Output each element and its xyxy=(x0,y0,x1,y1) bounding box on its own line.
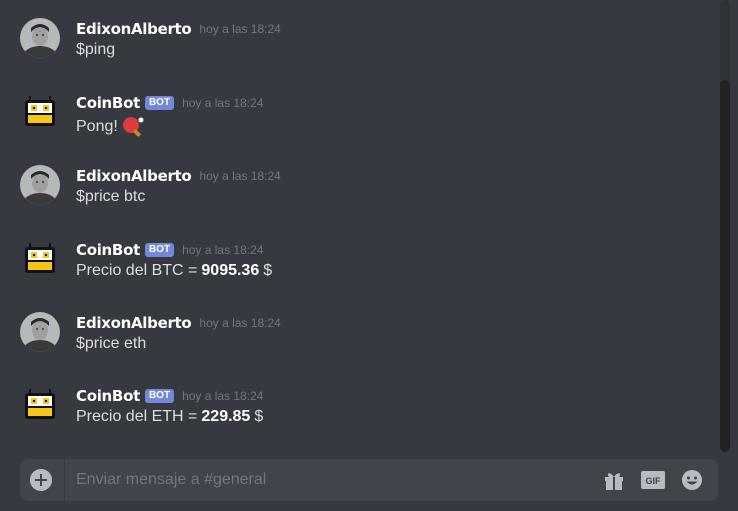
bot-badge: BOT xyxy=(144,96,175,110)
message-composer: GIF xyxy=(20,459,718,501)
message-item: CoinBot BOT hoy a las 18:24 Precio del B… xyxy=(20,239,710,285)
message-content: Precio del BTC = 9095.36 $ xyxy=(76,262,272,280)
gif-icon[interactable]: GIF xyxy=(641,469,665,491)
robot-avatar[interactable] xyxy=(20,385,60,425)
currency-symbol: $ xyxy=(263,262,273,279)
user-photo-avatar[interactable] xyxy=(20,165,60,205)
timestamp: hoy a las 18:24 xyxy=(199,169,281,183)
username[interactable]: EdixonAlberto xyxy=(76,314,192,332)
message-header: CoinBot BOT hoy a las 18:24 xyxy=(76,385,263,407)
scrollbar-thumb[interactable] xyxy=(720,80,730,452)
username[interactable]: CoinBot xyxy=(76,94,140,112)
username[interactable]: EdixonAlberto xyxy=(76,167,192,185)
message-text: Pong! xyxy=(76,118,118,135)
currency-symbol: $ xyxy=(254,408,264,425)
message-text: $ping xyxy=(76,41,116,58)
message-text: Precio del BTC = xyxy=(76,262,198,279)
message-content: $price btc xyxy=(76,188,145,206)
gif-label: GIF xyxy=(646,476,662,486)
message-item: CoinBot BOT hoy a las 18:24 Precio del E… xyxy=(20,385,710,431)
message-content: $ping xyxy=(76,41,115,59)
message-item: CoinBot BOT hoy a las 18:24 Pong! xyxy=(20,92,710,138)
username[interactable]: EdixonAlberto xyxy=(76,20,192,38)
gift-icon[interactable] xyxy=(602,469,626,491)
message-text: $price eth xyxy=(76,335,147,352)
timestamp: hoy a las 18:24 xyxy=(199,316,281,330)
timestamp: hoy a las 18:24 xyxy=(182,96,264,110)
timestamp: hoy a las 18:24 xyxy=(182,243,264,257)
price-value: 9095.36 xyxy=(201,262,260,279)
message-header: EdixonAlberto hoy a las 18:24 xyxy=(76,312,281,334)
composer-divider xyxy=(64,459,65,501)
message-content: Pong! xyxy=(76,115,145,139)
message-item: EdixonAlberto hoy a las 18:24 $ping xyxy=(20,18,710,64)
username[interactable]: CoinBot xyxy=(76,241,140,259)
robot-avatar[interactable] xyxy=(20,239,60,279)
message-item: EdixonAlberto hoy a las 18:24 $price btc xyxy=(20,165,710,211)
message-header: EdixonAlberto hoy a las 18:24 xyxy=(76,165,281,187)
message-text: Precio del ETH = xyxy=(76,408,198,425)
message-header: CoinBot BOT hoy a las 18:24 xyxy=(76,92,263,114)
bot-badge: BOT xyxy=(144,243,175,257)
message-item: EdixonAlberto hoy a las 18:24 $price eth xyxy=(20,312,710,358)
username[interactable]: CoinBot xyxy=(76,387,140,405)
timestamp: hoy a las 18:24 xyxy=(199,22,281,36)
message-header: CoinBot BOT hoy a las 18:24 xyxy=(76,239,263,261)
ping-pong-icon xyxy=(121,115,145,139)
timestamp: hoy a las 18:24 xyxy=(182,389,264,403)
user-photo-avatar[interactable] xyxy=(20,18,60,58)
message-header: EdixonAlberto hoy a las 18:24 xyxy=(76,18,281,40)
message-text: $price btc xyxy=(76,188,146,205)
message-content: $price eth xyxy=(76,335,146,353)
user-photo-avatar[interactable] xyxy=(20,312,60,352)
price-value: 229.85 xyxy=(201,408,251,425)
plus-circle-icon[interactable] xyxy=(30,469,52,491)
message-list: EdixonAlberto hoy a las 18:24 $ping Coin… xyxy=(0,0,718,445)
smiley-icon[interactable] xyxy=(680,469,704,491)
chat-window: EdixonAlberto hoy a las 18:24 $ping Coin… xyxy=(0,0,738,511)
robot-avatar[interactable] xyxy=(20,92,60,132)
bot-badge: BOT xyxy=(144,389,175,403)
message-content: Precio del ETH = 229.85 $ xyxy=(76,408,263,426)
message-input[interactable] xyxy=(76,459,596,501)
